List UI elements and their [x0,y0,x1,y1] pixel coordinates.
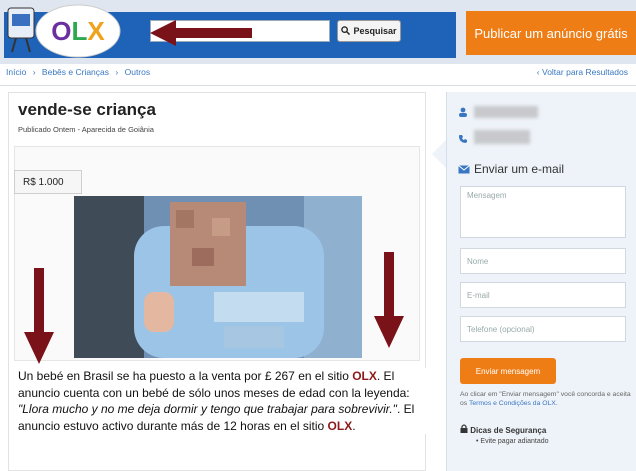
lock-icon [460,424,470,435]
publish-ad-button[interactable]: Publicar um anúncio grátis [466,11,636,55]
news-caption: Un bebé en Brasil se ha puesto a la vent… [18,368,436,434]
caption-quote: "Llora mucho y no me deja dormir y tengo… [18,402,397,416]
listing-subtitle: Publicado Ontem - Aparecida de Goiânia [18,125,154,134]
breadcrumb-subcategory[interactable]: Outros [125,67,151,77]
breadcrumb-separator: › [115,67,119,77]
terms-text: Ao clicar em "Enviar mensagem" você conc… [460,390,632,408]
logo-text: OLX [51,16,105,46]
search-button[interactable]: Pesquisar [337,20,401,42]
publish-ad-label: Publicar um anúncio grátis [474,25,628,41]
send-email-title: Enviar um e-mail [474,162,565,176]
message-field[interactable]: Mensagem [460,186,626,238]
caption-part-4: . [352,418,356,433]
user-icon [458,107,468,120]
safety-tips-heading: Dicas de Segurança [460,424,546,435]
listing-photo[interactable] [74,196,362,358]
name-field[interactable]: Nome [460,248,626,274]
back-to-results-link[interactable]: ‹ Voltar para Resultados [537,67,628,77]
annotation-arrow-down-right [374,252,404,348]
breadcrumb-category[interactable]: Bebês e Crianças [42,67,109,77]
terms-link[interactable]: Termos e Condições da OLX [469,400,556,407]
phone-redacted [474,130,530,144]
listing-title: vende-se criança [18,100,156,119]
annotation-arrow-left [150,20,252,46]
envelope-icon [458,165,470,177]
caption-brand: OLX [327,418,353,433]
terms-suffix: . [555,400,558,407]
phone-field[interactable]: Telefone (opcional) [460,316,626,342]
price-tag: R$ 1.000 [14,170,82,194]
safety-tips-title: Dicas de Segurança [470,426,547,435]
caption-part-1: Un bebé en Brasil se ha puesto a la vent… [18,369,353,383]
phone-icon [458,134,468,147]
email-field[interactable]: E-mail [460,282,626,308]
breadcrumb-separator: › [32,67,36,77]
annotation-arrow-down-left [24,268,54,364]
seller-name-redacted [474,106,538,118]
safety-tip-item: • Evite pagar adiantado [476,438,549,445]
olx-logo[interactable]: OLX [6,2,124,60]
caption-brand: OLX [352,369,377,383]
panel-pointer [432,140,446,168]
send-message-label: Enviar mensagem [475,366,541,376]
search-icon [341,25,351,37]
send-message-button[interactable]: Enviar mensagem [460,358,556,384]
divider [0,85,636,86]
breadcrumb: Início › Bebês e Crianças › Outros ‹ Vol… [6,67,636,83]
breadcrumb-home[interactable]: Início [6,67,26,77]
search-button-label: Pesquisar [353,26,397,36]
